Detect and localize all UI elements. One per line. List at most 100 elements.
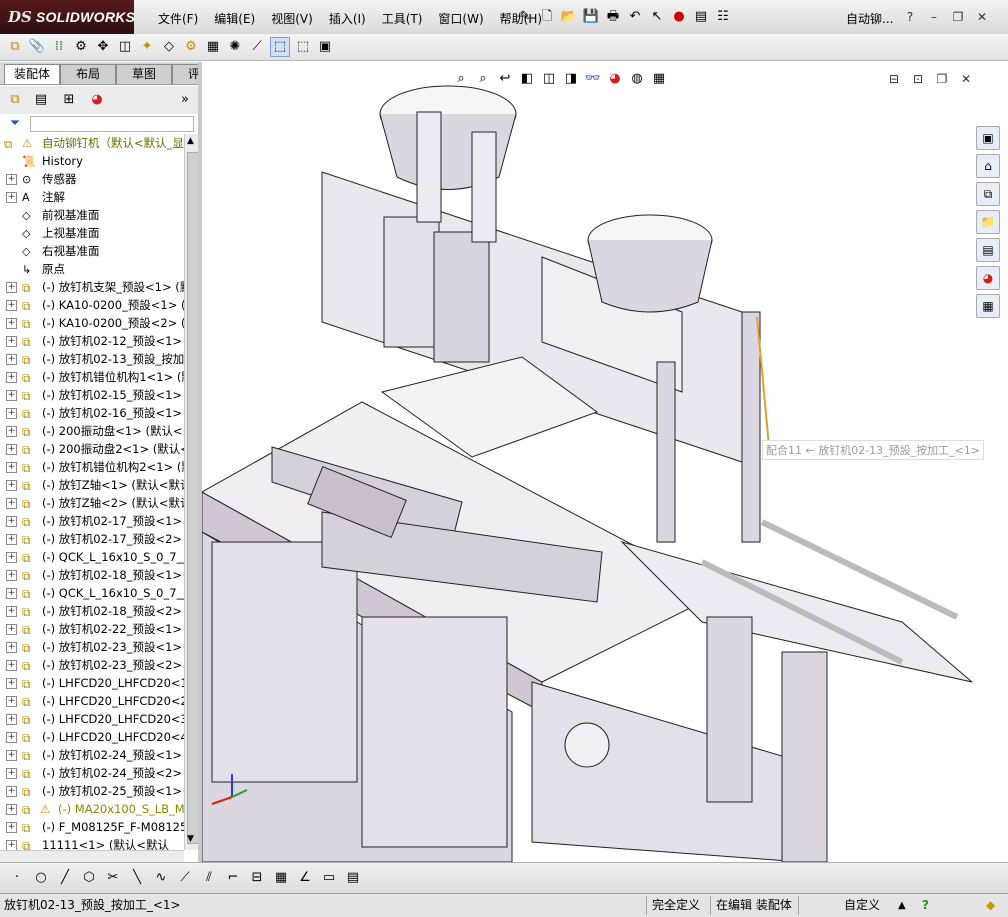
options-icon[interactable]: ☷ <box>714 8 732 26</box>
smart-fasteners-icon[interactable]: ⚙ <box>72 38 90 56</box>
assembly-model-render[interactable] <box>202 62 1008 862</box>
menu-file[interactable]: 文件(F) <box>150 10 206 27</box>
expand-toggle[interactable]: + <box>6 462 17 473</box>
tree-component-row[interactable]: + ⧉ (-) 放钉机02-23_预設<1> ( <box>0 638 184 656</box>
scroll-down-arrow[interactable]: ▼ <box>187 834 194 844</box>
menu-view[interactable]: 视图(V) <box>263 10 321 27</box>
new-document-icon[interactable]: 🗋 <box>538 8 556 26</box>
view-palette-icon[interactable]: ▤ <box>976 238 1000 262</box>
expand-toggle[interactable]: + <box>6 660 17 671</box>
solidworks-logo[interactable]: DS SOLIDWORKS <box>0 0 135 34</box>
open-icon[interactable]: 📂 <box>560 8 578 26</box>
tree-item-history[interactable]: 📜 History <box>0 152 184 170</box>
tree-item-origin[interactable]: ↳ 原点 <box>0 260 184 278</box>
tree-component-row[interactable]: + ⧉ (-) 放钉机错位机构2<1> (默 <box>0 458 184 476</box>
expand-toggle[interactable]: + <box>6 480 17 491</box>
move-component-icon[interactable]: ✥ <box>94 38 112 56</box>
expand-toggle[interactable]: + <box>6 372 17 383</box>
explode-line-sketch-icon[interactable]: ⟋ <box>248 38 266 56</box>
exploded-view-icon[interactable]: ✺ <box>226 38 244 56</box>
expand-toggle[interactable]: + <box>6 606 17 617</box>
tree-component-row[interactable]: + ⧉ (-) 放钉机02-24_预設<2> ( <box>0 764 184 782</box>
save-icon[interactable]: 💾 <box>582 8 600 26</box>
scroll-up-arrow[interactable]: ▲ <box>187 136 194 146</box>
minimize-button[interactable]: – <box>924 8 944 26</box>
tree-item-annotations[interactable]: + A 注解 <box>0 188 184 206</box>
expand-toggle[interactable]: + <box>6 498 17 509</box>
graphics-area[interactable]: ⌕ ⌕ ↩ ◧ ◫ ◨ 👓 ◕ ◍ ▦ ⊟ ⊡ ❐ ✕ 配合11 ← 放钉机02… <box>202 62 1008 862</box>
expand-toggle[interactable]: + <box>6 318 17 329</box>
circle-icon[interactable]: ○ <box>32 869 50 887</box>
tab-assembly[interactable]: 装配体 <box>4 64 60 84</box>
tree-component-row[interactable]: + ⧉ (-) 放钉机支架_预設<1> (默 <box>0 278 184 296</box>
tree-vertical-scrollbar[interactable]: ▲ ▼ <box>184 134 199 850</box>
centerline-icon[interactable]: ╲ <box>128 869 146 887</box>
menu-insert[interactable]: 插入(I) <box>321 10 374 27</box>
expand-toggle[interactable]: + <box>6 804 17 815</box>
bill-of-materials-icon[interactable]: ▦ <box>204 38 222 56</box>
angle-icon[interactable]: ∠ <box>296 869 314 887</box>
expand-toggle[interactable]: + <box>6 678 17 689</box>
quick-tips-icon[interactable]: ? <box>922 897 929 914</box>
tree-component-row[interactable]: + ⧉ (-) 放钉机02-13_预設_按加 <box>0 350 184 368</box>
corner-rectangle-icon[interactable]: ⌐ <box>224 869 242 887</box>
help-icon[interactable]: ? <box>900 8 920 26</box>
tree-component-row[interactable]: + ⧉ (-) 放钉机02-18_预設<1> ( <box>0 566 184 584</box>
point-icon[interactable]: · <box>8 869 26 887</box>
expand-panel-icon[interactable]: » <box>176 91 194 109</box>
tree-component-row[interactable]: + ⧉ (-) 放钉机02-16_预設<1> ( <box>0 404 184 422</box>
expand-toggle[interactable]: + <box>6 552 17 563</box>
tree-component-row[interactable]: + ⧉ (-) LHFCD20_LHFCD20<1> ( <box>0 674 184 692</box>
menu-window[interactable]: 窗口(W) <box>430 10 491 27</box>
grid-icon[interactable]: ▦ <box>272 869 290 887</box>
expand-toggle[interactable]: + <box>6 444 17 455</box>
expand-toggle[interactable]: + <box>6 768 17 779</box>
expand-toggle[interactable]: + <box>6 840 17 850</box>
pin-icon[interactable]: ✎ <box>516 8 534 26</box>
tree-component-row[interactable]: + ⧉ (-) 放钉机02-24_预設<1> ( <box>0 746 184 764</box>
expand-toggle[interactable]: + <box>6 822 17 833</box>
expand-toggle[interactable]: + <box>6 300 17 311</box>
assembly-features-icon[interactable]: ✦ <box>138 38 156 56</box>
instant3d-icon[interactable]: ⬚ <box>270 37 290 57</box>
units-menu[interactable]: 自定义 <box>844 897 880 914</box>
tree-component-row[interactable]: + ⧉ (-) F_M08125F_F-M08125F-F <box>0 818 184 836</box>
expand-toggle[interactable]: + <box>6 174 17 185</box>
tree-component-row[interactable]: + ⧉ (-) 放钉机02-23_预設<2> ( <box>0 656 184 674</box>
expand-toggle[interactable]: + <box>6 516 17 527</box>
print-icon[interactable]: 🖶 <box>604 8 622 26</box>
tab-layout[interactable]: 布局 <box>60 64 116 84</box>
trim-icon[interactable]: ✂ <box>104 869 122 887</box>
appearances-scenes-icon[interactable]: ◕ <box>976 266 1000 290</box>
display-rectangle-icon[interactable]: ▭ <box>320 869 338 887</box>
dimension-icon[interactable]: ⊟ <box>248 869 266 887</box>
expand-toggle[interactable]: + <box>6 408 17 419</box>
expand-toggle[interactable]: + <box>6 534 17 545</box>
expand-toggle[interactable]: + <box>6 336 17 347</box>
tree-component-row[interactable]: + ⧉ (-) KA10-0200_预設<1> (默 <box>0 296 184 314</box>
expand-toggle[interactable]: + <box>6 696 17 707</box>
restore-button[interactable]: ❐ <box>948 8 968 26</box>
custom-properties-icon[interactable]: ▦ <box>976 294 1000 318</box>
spline-icon[interactable]: ∿ <box>152 869 170 887</box>
component-pattern-icon[interactable]: ⁞⁞ <box>50 38 68 56</box>
tree-component-row[interactable]: + ⧉ (-) 200振动盘2<1> (默认< <box>0 440 184 458</box>
expand-toggle[interactable]: + <box>6 390 17 401</box>
tree-component-row[interactable]: + ⧉ ⚠ (-) MA20x100_S_LB_M_2 <box>0 800 184 818</box>
appearance-manager-icon[interactable]: ◕ <box>88 91 106 109</box>
tree-component-row[interactable]: + ⧉ (-) LHFCD20_LHFCD20<3> ( <box>0 710 184 728</box>
tree-component-row[interactable]: + ⧉ (-) 200振动盘<1> (默认<< <box>0 422 184 440</box>
tag-icon[interactable]: ◆ <box>986 897 995 914</box>
tree-component-row[interactable]: + ⧉ (-) 放钉机02-25_预設<1> ( <box>0 782 184 800</box>
tree-component-row[interactable]: + ⧉ (-) 放钉机02-15_预設<1> ( <box>0 386 184 404</box>
menu-tools[interactable]: 工具(T) <box>374 10 431 27</box>
tree-component-row[interactable]: + ⧉ (-) 放钉机错位机构1<1> (默 <box>0 368 184 386</box>
expand-toggle[interactable]: + <box>6 642 17 653</box>
configuration-manager-icon[interactable]: ⊞ <box>60 91 78 109</box>
expand-toggle[interactable]: + <box>6 354 17 365</box>
feature-manager-icon[interactable]: ⧉ <box>6 91 24 109</box>
filter-input[interactable] <box>30 116 194 132</box>
units-arrow-icon[interactable]: ▲ <box>898 897 906 914</box>
expand-toggle[interactable]: + <box>6 588 17 599</box>
tree-component-row[interactable]: + ⧉ (-) 放钉机02-17_预設<1> ( <box>0 512 184 530</box>
